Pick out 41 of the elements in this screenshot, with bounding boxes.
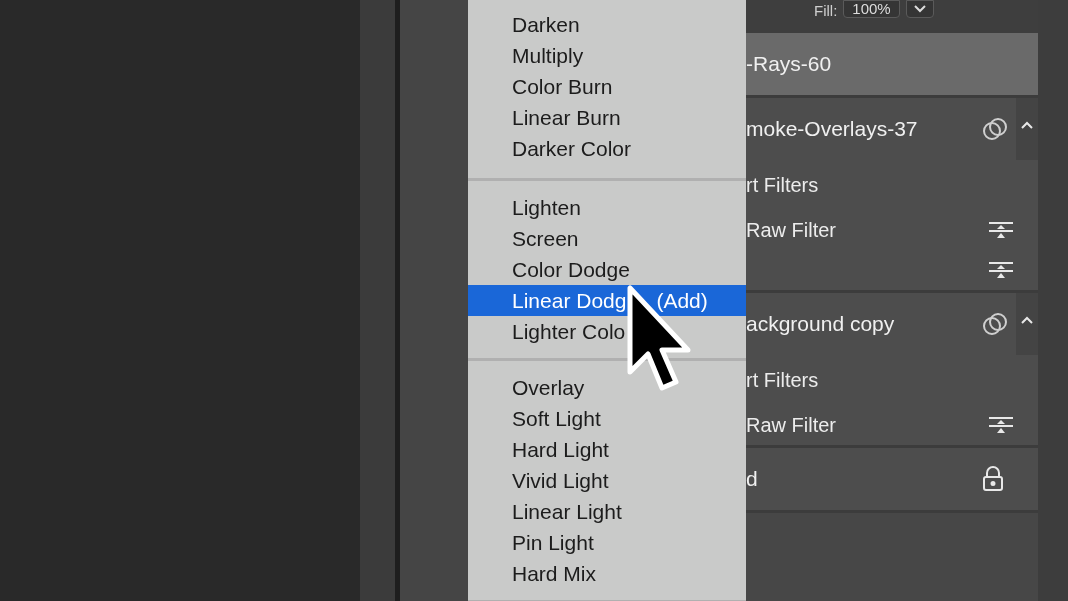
fill-dropdown[interactable] (905, 0, 934, 18)
collapse-button[interactable] (1016, 98, 1038, 160)
menu-item[interactable]: Darker Color (468, 133, 746, 164)
layer-row[interactable]: -Rays-60 (746, 33, 1038, 95)
filter-name[interactable]: Raw Filter (746, 215, 836, 245)
menu-item[interactable]: Hard Mix (468, 558, 746, 589)
filter-options-icon[interactable] (988, 260, 1014, 280)
chevron-down-icon (913, 5, 926, 13)
menu-item[interactable]: Color Dodge (468, 254, 746, 285)
layer-row[interactable]: ackground copy (746, 293, 1038, 355)
smart-filters-label: rt Filters (746, 368, 819, 393)
menu-item[interactable]: Linear Burn (468, 102, 746, 133)
menu-item[interactable]: Soft Light (468, 403, 746, 434)
layer-name: ackground copy (746, 311, 895, 338)
layer-name: -Rays-60 (746, 51, 832, 78)
fill-label: Fill: (814, 1, 838, 21)
chevron-up-icon (1020, 315, 1034, 325)
menu-item[interactable]: Pin Light (468, 527, 746, 558)
menu-item[interactable]: Multiply (468, 40, 746, 71)
fill-field[interactable]: 100% (843, 0, 900, 18)
menu-item[interactable]: Linear Dodg (Add) (468, 285, 746, 316)
lock-icon[interactable] (982, 466, 1004, 492)
menu-item[interactable]: Screen (468, 223, 746, 254)
menu-item[interactable]: Vivid Light (468, 465, 746, 496)
layer-name: d (746, 466, 758, 493)
menu-item[interactable]: Lighten (468, 192, 746, 223)
menu-item[interactable]: Overlay (468, 372, 746, 403)
menu-item[interactable]: Lighter Colo (468, 316, 746, 347)
filter-name[interactable]: Raw Filter (746, 410, 836, 440)
menu-item[interactable]: Color Burn (468, 71, 746, 102)
smart-filters-label: rt Filters (746, 173, 819, 198)
layer-name: moke-Overlays-37 (746, 116, 918, 143)
chevron-up-icon (1020, 120, 1034, 130)
layer-row[interactable]: moke-Overlays-37 (746, 98, 1038, 160)
filter-options-icon[interactable] (988, 220, 1014, 240)
collapse-button[interactable] (1016, 293, 1038, 355)
layer-row[interactable]: d (746, 448, 1038, 510)
menu-item[interactable]: Linear Light (468, 496, 746, 527)
menu-item[interactable]: Hard Light (468, 434, 746, 465)
menu-item[interactable]: Darken (468, 9, 746, 40)
filter-options-icon[interactable] (988, 415, 1014, 435)
